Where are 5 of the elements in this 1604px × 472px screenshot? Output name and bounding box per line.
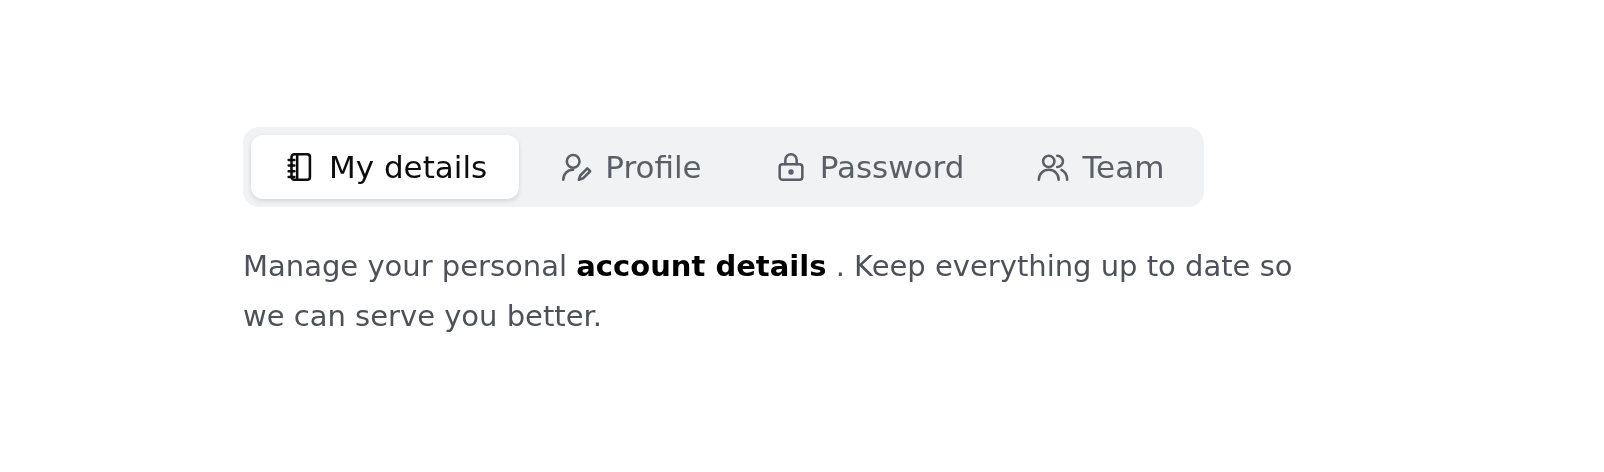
tab[interactable]: Password bbox=[741, 135, 997, 199]
tab[interactable]: Team bbox=[1004, 135, 1197, 199]
tab[interactable]: My details bbox=[251, 135, 520, 199]
description-text: Manage your personal account details . Keep everything up to date so we can serve you better. bbox=[243, 248, 1294, 335]
tab[interactable]: Profile bbox=[527, 135, 734, 199]
